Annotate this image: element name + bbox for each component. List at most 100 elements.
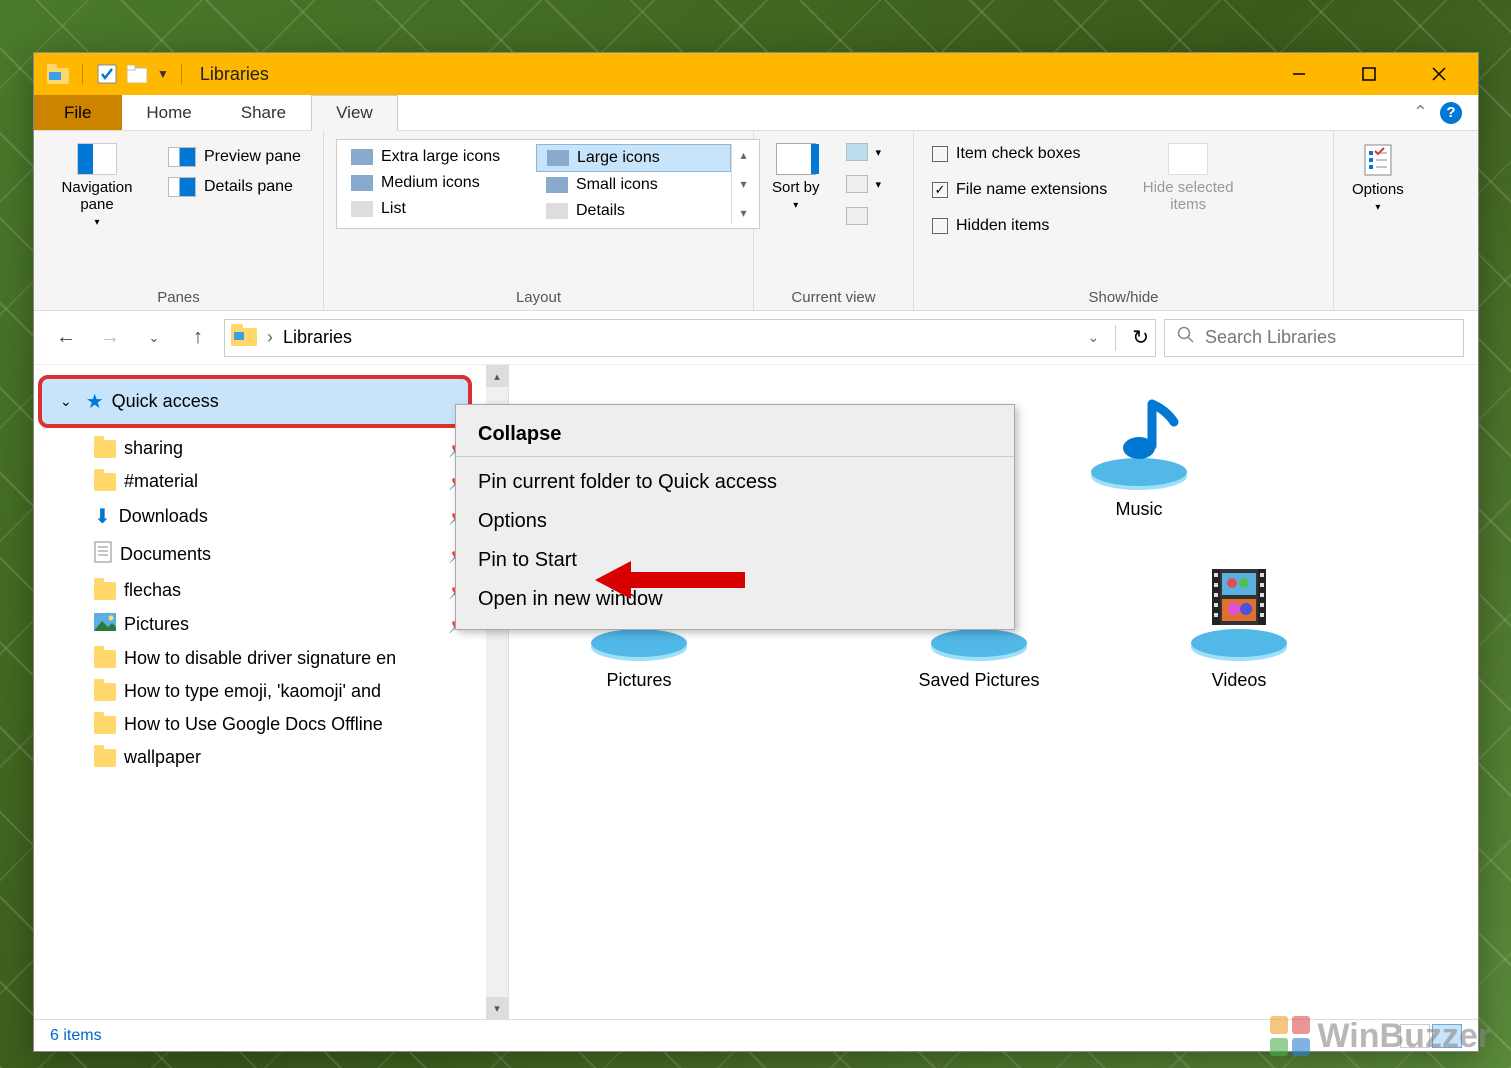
help-icon[interactable]: ? bbox=[1440, 102, 1462, 124]
options-button[interactable]: Options ▾ bbox=[1346, 139, 1410, 217]
navigation-tree[interactable]: ⌄ ★ Quick access sharing📌 #material📌 ⬇Do… bbox=[34, 365, 509, 1019]
item-check-boxes-toggle[interactable]: Item check boxes bbox=[926, 143, 1113, 165]
layout-gallery[interactable]: Extra large icons Medium icons List Larg… bbox=[336, 139, 760, 229]
libraries-icon bbox=[231, 324, 257, 351]
address-input[interactable]: › Libraries ⌄ ↻ bbox=[224, 319, 1156, 357]
folder-icon bbox=[94, 716, 116, 734]
ribbon-tabs: File Home Share View ⌃ ? bbox=[34, 95, 1478, 131]
sort-by-label: Sort by bbox=[772, 179, 820, 196]
show-hide-group-label: Show/hide bbox=[926, 285, 1321, 306]
search-icon bbox=[1177, 326, 1195, 349]
tree-item[interactable]: ⬇Downloads📌 bbox=[34, 498, 508, 535]
new-folder-icon[interactable] bbox=[125, 62, 149, 86]
file-name-extensions-toggle[interactable]: ✓File name extensions bbox=[926, 179, 1113, 201]
quick-access-label: Quick access bbox=[112, 391, 219, 412]
folder-icon bbox=[94, 749, 116, 767]
folder-icon bbox=[94, 650, 116, 668]
layout-extra-large[interactable]: Extra large icons bbox=[341, 144, 536, 170]
tree-item[interactable]: wallpaper bbox=[34, 741, 508, 774]
forward-button[interactable]: → bbox=[92, 320, 128, 356]
folder-icon bbox=[94, 473, 116, 491]
options-label: Options bbox=[1352, 181, 1404, 198]
hide-selected-label: Hide selected items bbox=[1133, 179, 1243, 213]
star-icon: ★ bbox=[86, 389, 104, 414]
tree-item[interactable]: Pictures📌 bbox=[34, 607, 508, 642]
size-columns-button[interactable] bbox=[840, 205, 888, 227]
tree-item[interactable]: How to Use Google Docs Offline bbox=[34, 708, 508, 741]
library-videos[interactable]: Videos bbox=[1149, 560, 1329, 691]
up-button[interactable]: ↑ bbox=[180, 320, 216, 356]
watermark: WinBuzzer bbox=[1270, 1016, 1491, 1056]
expand-icon[interactable]: ⌄ bbox=[60, 393, 72, 410]
qat-dropdown-icon[interactable]: ▼ bbox=[157, 67, 169, 81]
refresh-button[interactable]: ↻ bbox=[1132, 325, 1149, 350]
layout-small[interactable]: Small icons bbox=[536, 172, 731, 198]
layout-scroll[interactable]: ▴▾▾ bbox=[731, 144, 755, 224]
ctx-collapse[interactable]: Collapse bbox=[456, 415, 1014, 457]
tree-item[interactable]: Documents📌 bbox=[34, 535, 508, 574]
scroll-down-icon[interactable]: ▾ bbox=[486, 997, 508, 1019]
tab-share[interactable]: Share bbox=[217, 95, 311, 130]
document-icon bbox=[94, 541, 112, 568]
close-button[interactable] bbox=[1404, 54, 1474, 94]
back-button[interactable]: ← bbox=[48, 320, 84, 356]
download-icon: ⬇ bbox=[94, 504, 111, 529]
address-dropdown-icon[interactable]: ⌄ bbox=[1088, 329, 1100, 346]
status-bar: 6 items bbox=[34, 1019, 1478, 1051]
divider bbox=[82, 64, 83, 84]
window-title: Libraries bbox=[200, 64, 269, 85]
layout-large[interactable]: Large icons bbox=[536, 144, 731, 172]
watermark-logo-icon bbox=[1270, 1016, 1310, 1056]
hidden-items-toggle[interactable]: Hidden items bbox=[926, 215, 1113, 237]
minimize-button[interactable] bbox=[1264, 54, 1334, 94]
layout-list[interactable]: List bbox=[341, 196, 536, 222]
tree-item[interactable]: #material📌 bbox=[34, 465, 508, 498]
tree-item[interactable]: sharing📌 bbox=[34, 432, 508, 465]
details-pane-button[interactable]: Details pane bbox=[162, 175, 307, 199]
scroll-up-icon[interactable]: ▴ bbox=[486, 365, 508, 387]
layout-group-label: Layout bbox=[336, 285, 741, 306]
tree-item[interactable]: How to type emoji, 'kaomoji' and bbox=[34, 675, 508, 708]
annotation-arrow bbox=[595, 555, 745, 610]
tree-item[interactable]: How to disable driver signature en bbox=[34, 642, 508, 675]
search-placeholder: Search Libraries bbox=[1205, 327, 1336, 348]
explorer-icon bbox=[46, 62, 70, 86]
folder-icon bbox=[94, 683, 116, 701]
folder-icon bbox=[94, 440, 116, 458]
current-view-group-label: Current view bbox=[766, 285, 901, 306]
tab-home[interactable]: Home bbox=[122, 95, 216, 130]
preview-pane-button[interactable]: Preview pane bbox=[162, 145, 307, 169]
watermark-text: WinBuzzer bbox=[1318, 1017, 1491, 1056]
recent-locations-button[interactable]: ⌄ bbox=[136, 320, 172, 356]
ribbon: Navigation pane ▾ Preview pane Details p… bbox=[34, 131, 1478, 311]
titlebar: ▼ Libraries bbox=[34, 53, 1478, 95]
window-controls bbox=[1264, 54, 1474, 94]
collapse-ribbon-icon[interactable]: ⌃ bbox=[1413, 102, 1428, 123]
sort-by-button[interactable]: Sort by ▾ bbox=[766, 139, 826, 215]
panes-group-label: Panes bbox=[46, 285, 311, 306]
hide-selected-button[interactable]: Hide selected items bbox=[1127, 139, 1249, 217]
tab-view[interactable]: View bbox=[311, 95, 398, 131]
music-icon bbox=[1079, 389, 1199, 489]
group-by-button[interactable]: ▾ bbox=[840, 141, 888, 163]
tree-item[interactable]: flechas📌 bbox=[34, 574, 508, 607]
ctx-pin-current[interactable]: Pin current folder to Quick access bbox=[456, 463, 1014, 502]
properties-icon[interactable] bbox=[95, 62, 119, 86]
breadcrumb-separator[interactable]: › bbox=[267, 327, 273, 348]
navigation-pane-button[interactable]: Navigation pane ▾ bbox=[46, 139, 148, 232]
quick-access-toolbar: ▼ bbox=[38, 62, 188, 86]
layout-details[interactable]: Details bbox=[536, 198, 731, 224]
layout-medium[interactable]: Medium icons bbox=[341, 170, 536, 196]
add-columns-button[interactable]: ▾ bbox=[840, 173, 888, 195]
ctx-options[interactable]: Options bbox=[456, 502, 1014, 541]
library-music[interactable]: Music bbox=[1049, 389, 1229, 520]
address-bar: ← → ⌄ ↑ › Libraries ⌄ ↻ Search Libraries bbox=[34, 311, 1478, 365]
tab-file[interactable]: File bbox=[34, 95, 122, 130]
search-box[interactable]: Search Libraries bbox=[1164, 319, 1464, 357]
item-count: 6 items bbox=[50, 1027, 102, 1045]
maximize-button[interactable] bbox=[1334, 54, 1404, 94]
divider bbox=[181, 64, 182, 84]
navigation-pane-label: Navigation pane bbox=[52, 179, 142, 213]
tree-quick-access[interactable]: ⌄ ★ Quick access bbox=[38, 375, 472, 428]
breadcrumb-libraries[interactable]: Libraries bbox=[283, 327, 352, 348]
